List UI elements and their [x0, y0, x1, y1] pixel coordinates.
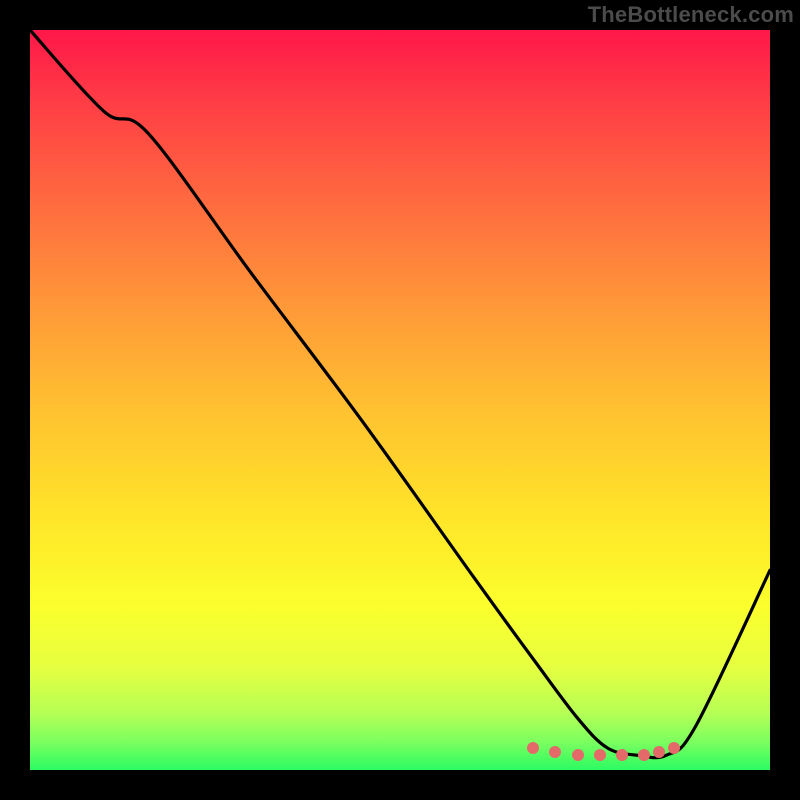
bottleneck-curve [30, 30, 770, 770]
watermark-text: TheBottleneck.com [588, 2, 794, 28]
chart-frame: TheBottleneck.com [0, 0, 800, 800]
plot-area [30, 30, 770, 770]
